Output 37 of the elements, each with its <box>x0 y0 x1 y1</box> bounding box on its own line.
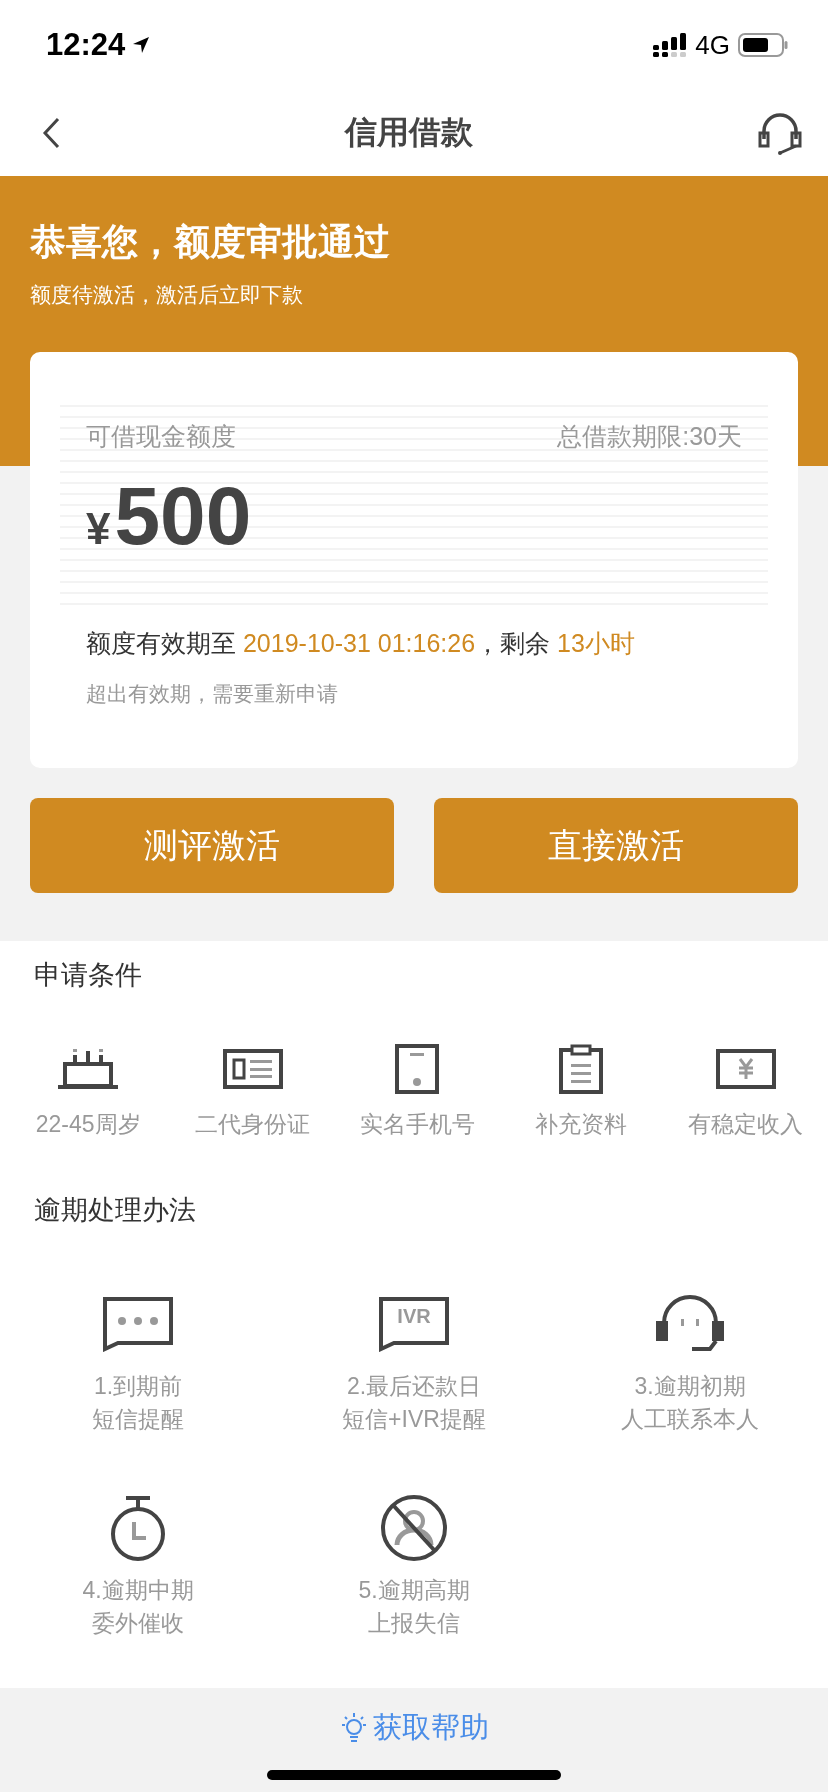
measure-label: 5.逾期高期 上报失信 <box>358 1576 470 1638</box>
currency-sign: ¥ <box>86 504 111 554</box>
phone-icon <box>394 1043 440 1095</box>
condition-label: 补充资料 <box>535 1110 628 1139</box>
approval-title: 恭喜您，额度审批通过 <box>30 220 391 264</box>
measure-label: 4.逾期中期 委外催收 <box>82 1576 194 1638</box>
network-label: 4G <box>695 29 730 61</box>
back-button[interactable] <box>40 116 62 150</box>
battery-icon <box>738 33 788 57</box>
condition-label: 22-45周岁 <box>35 1110 141 1139</box>
status-time: 12:24 <box>46 27 126 63</box>
location-arrow-icon <box>131 35 152 55</box>
ivr-bubble-icon: IVR <box>378 1296 450 1352</box>
measure-label: 1.到期前 短信提醒 <box>92 1372 184 1434</box>
measure-label: 2.最后还款日 短信+IVR提醒 <box>342 1372 486 1434</box>
chat-bubble-icon <box>102 1296 174 1352</box>
approval-subtitle: 额度待激活，激活后立即下款 <box>30 282 304 308</box>
validity-note: 超出有效期，需要重新申请 <box>86 681 339 707</box>
section-title: 逾期处理办法 <box>33 1194 197 1227</box>
condition-label: 实名手机号 <box>359 1110 475 1139</box>
signal-icon <box>653 33 688 57</box>
help-link[interactable]: 获取帮助 <box>339 1708 489 1748</box>
condition-label: 二代身份证 <box>195 1110 311 1139</box>
validity-text: 额度有效期至 2019-10-31 01:16:26，剩余 13小时 <box>86 628 636 659</box>
clipboard-icon <box>558 1043 605 1095</box>
activate-button[interactable]: 直接激活 <box>434 798 798 893</box>
measure-label: 3.逾期初期 人工联系本人 <box>621 1372 759 1434</box>
lightbulb-icon <box>339 1711 369 1745</box>
page-title: 信用借款 <box>345 113 473 152</box>
section-title: 申请条件 <box>33 959 143 992</box>
condition-label: 有稳定收入 <box>688 1110 804 1139</box>
quota-amount: 500 <box>114 475 252 557</box>
headset-button[interactable] <box>756 111 804 155</box>
blocked-person-icon <box>379 1495 449 1561</box>
activate-button[interactable]: 测评激活 <box>30 798 394 893</box>
loan-term: 总借款期限:30天 <box>557 421 742 452</box>
quota-label: 可借现金额度 <box>86 421 236 452</box>
